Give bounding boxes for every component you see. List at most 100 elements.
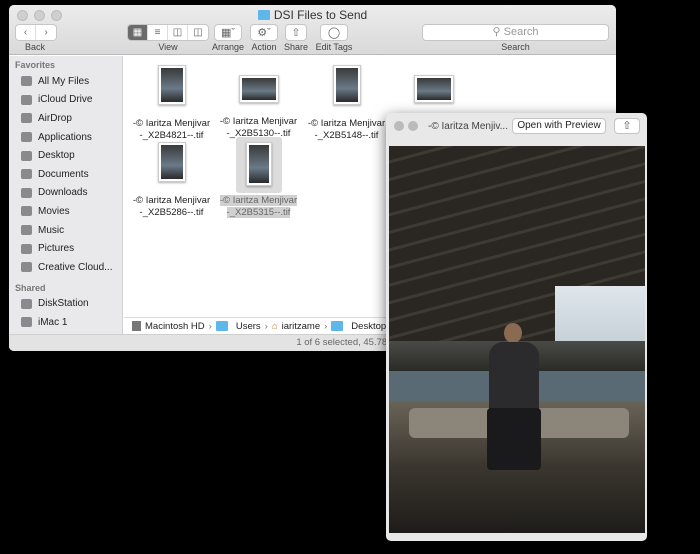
file-thumbnail (245, 142, 272, 186)
view-label: View (158, 42, 178, 52)
file-item[interactable]: -© Iaritza Menjivar -_X2B5148--.tif (304, 60, 389, 142)
sidebar-item-label: All My Files (38, 75, 90, 87)
file-item[interactable]: -© Iaritza Menjivar -_X2B5286--.tif (129, 137, 214, 219)
file-item[interactable]: -© Iaritza Menjivar -_X2B5315--.tif (216, 137, 301, 219)
sidebar-item-label: iCloud Drive (38, 94, 93, 106)
shared-header: Shared (15, 282, 46, 293)
tag-icon[interactable]: ◯ (320, 24, 348, 41)
photo-preview (389, 146, 645, 533)
sidebar-icon (21, 225, 32, 236)
folder-icon (215, 321, 228, 331)
sidebar-item[interactable]: iCloud Drive (9, 91, 122, 110)
sidebar-item-label: Pictures (38, 243, 75, 255)
sidebar-item-label: AirDrop (38, 112, 72, 124)
file-name: -© Iaritza Menjivar (219, 195, 298, 206)
sidebar-item[interactable]: Creative Cloud... (9, 258, 122, 277)
sidebar-item[interactable]: AirDrop (9, 109, 122, 128)
favorites-header: Favorites (15, 60, 56, 70)
fullscreen-icon[interactable] (408, 121, 418, 131)
list-view-button[interactable]: ≡ (148, 25, 168, 40)
file-thumbnail (413, 75, 454, 103)
folder-icon (257, 10, 270, 20)
quicklook-title: -© Iaritza Menjiv... (428, 121, 508, 132)
sidebar-item[interactable]: All My Files (9, 72, 122, 91)
file-thumbnail (157, 65, 186, 105)
sidebar-item[interactable]: Music (9, 221, 122, 240)
toolbar: DSI Files to Send ‹ › Back ▦ ≡ ◫ ◫ View ▦ˇ A… (9, 5, 616, 55)
path-item[interactable]: Desktop (351, 321, 386, 332)
file-name: -© Iaritza Menjivar (307, 118, 386, 129)
sidebar-item-label: Documents (38, 168, 89, 180)
back-label: Back (24, 42, 45, 52)
sidebar-icon (21, 243, 32, 254)
close-icon[interactable] (394, 121, 404, 131)
back-forward: ‹ › (15, 24, 57, 41)
sidebar-icon (21, 76, 32, 87)
computer-icon (21, 298, 32, 309)
action-gear-icon[interactable]: ⚙ˇ (250, 24, 278, 41)
back-button[interactable]: ‹ (16, 25, 36, 40)
forward-button[interactable]: › (36, 25, 56, 40)
computer-icon (21, 317, 32, 328)
share-icon[interactable]: ⇧ (285, 24, 307, 41)
file-item[interactable]: -© Iaritza Menjivar -_X2B5130--.tif (216, 70, 301, 140)
sidebar-item[interactable]: Pictures (9, 239, 122, 258)
sidebar-item-label: iMac 1 (38, 316, 68, 328)
file-name: -_X2B5286--.tif (139, 207, 204, 218)
column-view-button[interactable]: ◫ (168, 25, 188, 40)
file-thumbnail (157, 142, 186, 182)
disk-icon (132, 321, 141, 331)
share-icon[interactable]: ⇧ (614, 118, 640, 134)
sidebar-icon (21, 150, 32, 161)
window-title: DSI Files to Send (9, 8, 616, 22)
sidebar-item-label: Movies (38, 205, 70, 217)
sidebar-icon (21, 113, 32, 124)
open-with-preview-button[interactable]: Open with Preview (512, 118, 606, 134)
sidebar-icon (21, 132, 32, 143)
search-placeholder: Search (503, 26, 539, 38)
quicklook-window: -© Iaritza Menjiv... Open with Preview ⇧ (386, 113, 647, 541)
arrange-label: Arrange (211, 42, 245, 52)
file-thumbnail (332, 65, 361, 105)
sidebar-item[interactable]: Applications (9, 128, 122, 147)
sidebar-icon (21, 187, 32, 198)
file-name: -© Iaritza Menjivar (132, 118, 211, 129)
file-name: -_X2B5315--.tif (226, 207, 291, 218)
sidebar-item[interactable]: Movies (9, 202, 122, 221)
sidebar-icon (21, 262, 32, 273)
search-input[interactable]: ⚲ Search (422, 24, 609, 41)
view-switcher: ▦ ≡ ◫ ◫ (127, 24, 209, 41)
file-name: -© Iaritza Menjivar (132, 195, 211, 206)
folder-icon (331, 321, 344, 331)
search-label: Search (501, 42, 530, 52)
file-item[interactable]: -© Iaritza Menjivar -_X2B4821--.tif (129, 60, 214, 142)
sidebar-item-label: DiskStation (38, 298, 89, 310)
sidebar-icon (21, 206, 32, 217)
sidebar-item[interactable]: Downloads (9, 184, 122, 203)
sidebar-item-label: Music (38, 224, 65, 236)
coverflow-view-button[interactable]: ◫ (188, 25, 208, 40)
sidebar-item-label: Applications (38, 131, 92, 143)
sidebar-icon (21, 169, 32, 180)
arrange-button[interactable]: ▦ˇ (214, 24, 242, 41)
file-thumbnail (238, 75, 279, 103)
file-name: -_X2B5148--.tif (314, 130, 379, 141)
icon-view-button[interactable]: ▦ (128, 25, 148, 40)
sidebar-item-label: Desktop (38, 150, 75, 162)
path-item[interactable]: Macintosh HD (145, 321, 205, 332)
sidebar-item-label: Creative Cloud... (38, 261, 113, 273)
sidebar-item[interactable]: Documents (9, 165, 122, 184)
file-name: -© Iaritza Menjivar (219, 116, 298, 127)
path-item[interactable]: iaritzame (282, 321, 321, 332)
path-item[interactable]: Users (236, 321, 261, 332)
sidebar-item[interactable]: DiskStation (9, 295, 122, 314)
sidebar-item[interactable]: iMac 1 (9, 313, 122, 332)
share-label: Share (283, 42, 309, 52)
sidebar: Favorites All My Files iCloud Drive AirDro… (9, 56, 123, 351)
sidebar-item-label: Downloads (38, 187, 88, 199)
quicklook-titlebar: -© Iaritza Menjiv... Open with Preview ⇧ (386, 113, 647, 145)
edit-tags-label: Edit Tags (315, 42, 353, 52)
action-label: Action (251, 42, 277, 52)
sidebar-item[interactable]: Desktop (9, 146, 122, 165)
sidebar-icon (21, 94, 32, 105)
